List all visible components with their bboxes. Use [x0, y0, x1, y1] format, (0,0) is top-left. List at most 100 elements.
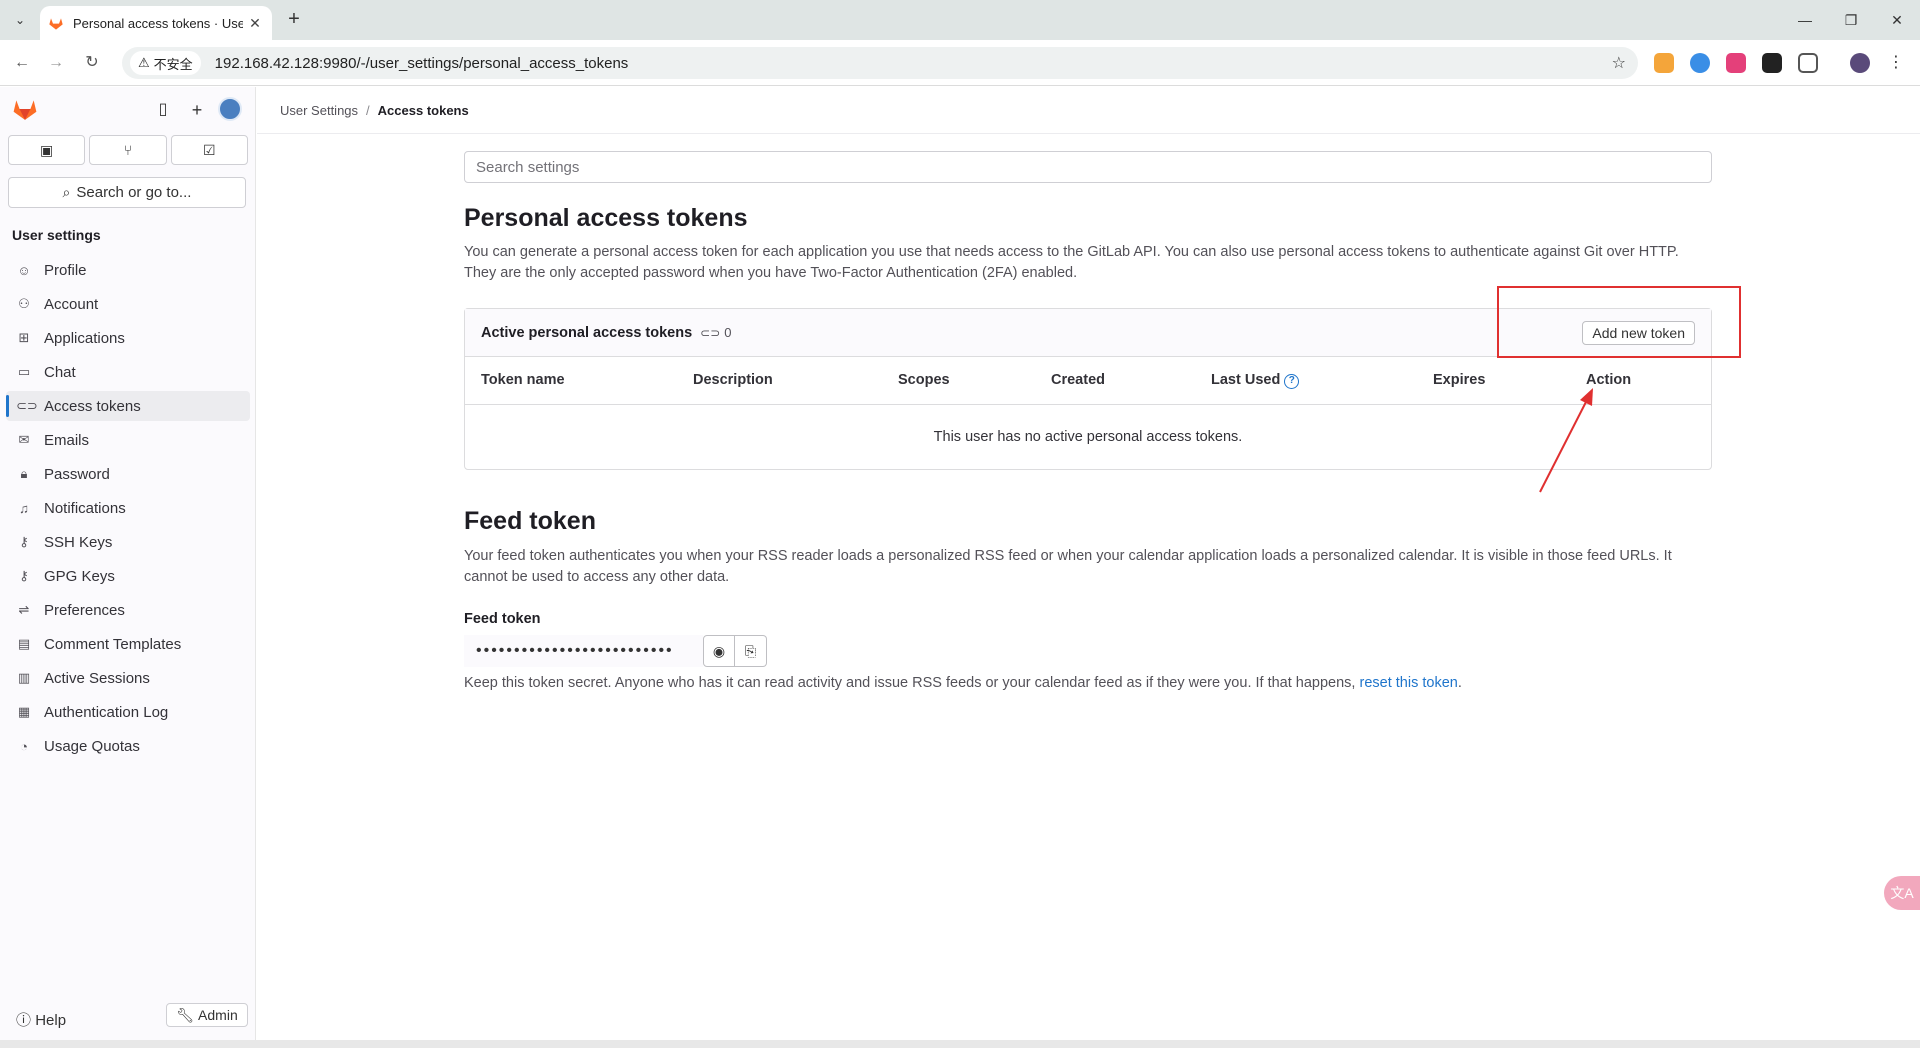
- browser-menu-icon[interactable]: ⋮: [1886, 53, 1906, 73]
- security-chip[interactable]: ⚠ 不安全: [130, 51, 201, 75]
- column-header[interactable]: Created: [1051, 372, 1105, 388]
- question-help-icon[interactable]: ?: [1284, 374, 1300, 389]
- pat-title: Personal access tokens: [464, 204, 748, 232]
- wrench-icon: 🔧︎: [176, 1006, 195, 1023]
- user-avatar[interactable]: [218, 97, 242, 121]
- sidebar-item-authentication-log[interactable]: ▦ Authentication Log: [6, 697, 250, 727]
- sidebar-item-access-tokens[interactable]: ⊂⊃ Access tokens: [6, 391, 250, 421]
- breadcrumb-access-tokens[interactable]: Access tokens: [378, 103, 469, 118]
- comment-icon: ▤: [17, 636, 31, 651]
- key-icon: ⚷: [19, 568, 29, 583]
- sidebar-item-account[interactable]: ⚇ Account: [6, 289, 250, 319]
- merge-requests-icon[interactable]: ⑂: [89, 135, 167, 165]
- bookmark-star-icon[interactable]: ☆: [1612, 53, 1626, 73]
- sidebar-item-chat[interactable]: ▭ Chat: [6, 357, 250, 387]
- browser-tab-bar: ⌄ Personal access tokens · User Settings…: [0, 0, 1920, 40]
- sidebar-item-label: Notifications: [44, 499, 126, 517]
- tab-list-chevron-icon[interactable]: ⌄: [8, 8, 32, 32]
- sidebar-item-applications[interactable]: ⊞ Applications: [6, 323, 250, 353]
- reset-token-link[interactable]: reset this token: [1360, 675, 1458, 691]
- issues-count-icon[interactable]: ▣: [8, 135, 86, 165]
- url-text[interactable]: 192.168.42.128:9980/-/user_settings/pers…: [215, 55, 629, 72]
- feed-token-description: Your feed token authenticates you when y…: [464, 548, 1672, 585]
- new-tab-plus-icon[interactable]: +: [282, 8, 306, 32]
- tab-close-icon[interactable]: ✕: [246, 15, 264, 32]
- sidebar-item-comment-templates[interactable]: ▤ Comment Templates: [6, 629, 250, 659]
- pat-description: You can generate a personal access token…: [464, 244, 1679, 281]
- preferences-icon: ⇌: [18, 602, 30, 617]
- column-header[interactable]: Scopes: [898, 372, 950, 388]
- reload-icon[interactable]: ↻: [80, 51, 104, 75]
- create-new-plus-icon[interactable]: +: [186, 99, 208, 121]
- sidebar-item-emails[interactable]: ✉ Emails: [6, 425, 250, 455]
- breadcrumb: User Settings / Access tokens: [257, 87, 1920, 134]
- sidebar-item-usage-quotas[interactable]: ◔ Usage Quotas: [6, 731, 250, 761]
- token-icon: ⊂⊃: [16, 398, 38, 413]
- card-title: Active personal access tokens: [481, 324, 693, 341]
- column-header-label: Last Used: [1211, 372, 1281, 388]
- security-label: 不安全: [153, 56, 193, 72]
- sidebar-item-label: Usage Quotas: [44, 737, 140, 755]
- extensions-puzzle-icon[interactable]: [1798, 53, 1818, 73]
- extension-icon[interactable]: [1690, 53, 1710, 73]
- show-token-eye-icon[interactable]: ◉: [703, 635, 735, 667]
- sidebar-item-preferences[interactable]: ⇌ Preferences: [6, 595, 250, 625]
- minimize-icon[interactable]: —: [1782, 6, 1828, 34]
- translate-extension-icon[interactable]: [1726, 53, 1746, 73]
- gitlab-logo-icon[interactable]: [12, 97, 38, 121]
- forward-arrow-icon[interactable]: →: [44, 51, 68, 75]
- sidebar-item-label: Comment Templates: [44, 635, 182, 653]
- help-link[interactable]: ⓘ Help: [16, 1009, 66, 1030]
- sidebar-item-notifications[interactable]: ♫ Notifications: [6, 493, 250, 523]
- sidebar-counts: ▣ ⑂ ☑: [8, 135, 248, 165]
- help-icon: ⓘ: [16, 1012, 32, 1029]
- feed-token-title: Feed token: [464, 507, 596, 535]
- profile-avatar-icon[interactable]: [1850, 53, 1870, 73]
- token-count-badge: ⊂⊃ 0: [700, 325, 731, 340]
- admin-button[interactable]: 🔧︎ Admin: [166, 1003, 248, 1027]
- monitor-icon: ▥: [17, 670, 31, 685]
- bottom-scroll-strip: [0, 1040, 1920, 1048]
- extension-badge-icon[interactable]: [1762, 53, 1782, 73]
- restore-icon[interactable]: ❐: [1828, 6, 1874, 34]
- extension-icon[interactable]: [1654, 53, 1674, 73]
- log-icon: ▦: [17, 704, 31, 719]
- sidebar-item-label: Account: [44, 295, 99, 313]
- sidebar-item-profile[interactable]: ☺ Profile: [6, 255, 250, 285]
- search-label: Search or go to...: [76, 184, 192, 201]
- account-icon: ⚇: [18, 296, 30, 311]
- todo-list-icon[interactable]: ☑: [170, 135, 248, 165]
- sidebar-item-password[interactable]: 🔒︎ Password: [6, 459, 250, 489]
- sidebar-toggle-icon[interactable]: ▯: [152, 99, 174, 121]
- column-header[interactable]: Token name: [481, 372, 565, 388]
- sidebar-item-label: Preferences: [44, 601, 125, 619]
- close-window-icon[interactable]: ✕: [1874, 6, 1920, 34]
- mail-icon: ✉: [18, 432, 30, 447]
- sidebar: ▯ + ▣ ⑂ ☑ ⌕ Search or go to... User sett…: [0, 87, 256, 1042]
- browser-tab[interactable]: Personal access tokens · User Settings ✕: [40, 6, 272, 40]
- feed-token-label: Feed token: [464, 611, 541, 627]
- settings-search-input[interactable]: Search settings: [464, 151, 1712, 183]
- search-or-go-to-button[interactable]: ⌕ Search or go to...: [8, 177, 246, 208]
- back-arrow-icon[interactable]: ←: [10, 51, 34, 75]
- sidebar-item-gpg-keys[interactable]: ⚷ GPG Keys: [6, 561, 250, 591]
- sidebar-item-label: Applications: [44, 329, 125, 347]
- tab-title: Personal access tokens · User Settings: [73, 15, 243, 31]
- help-label: Help: [35, 1012, 67, 1029]
- copy-clipboard-icon[interactable]: ⎘: [735, 635, 767, 667]
- sidebar-item-ssh-keys[interactable]: ⚷ SSH Keys: [6, 527, 250, 557]
- profile-icon: ☺: [17, 262, 31, 278]
- column-header[interactable]: Expires: [1433, 372, 1485, 388]
- warning-triangle-icon: ⚠: [138, 55, 150, 70]
- sidebar-item-label: Authentication Log: [44, 703, 169, 721]
- column-header-last-used[interactable]: Last Used?: [1211, 372, 1300, 389]
- annotation-arrow: [1539, 388, 1593, 493]
- sidebar-header: ▯ +: [0, 87, 255, 133]
- column-header[interactable]: Description: [693, 372, 773, 388]
- feed-token-masked-input[interactable]: ••••••••••••••••••••••••••: [464, 635, 703, 667]
- translate-floating-icon[interactable]: 文A: [1884, 876, 1920, 910]
- breadcrumb-user-settings[interactable]: User Settings: [280, 103, 358, 118]
- address-bar[interactable]: ⚠ 不安全 192.168.42.128:9980/-/user_setting…: [122, 47, 1638, 79]
- sidebar-item-active-sessions[interactable]: ▥ Active Sessions: [6, 663, 250, 693]
- feed-help-suffix: .: [1457, 675, 1462, 691]
